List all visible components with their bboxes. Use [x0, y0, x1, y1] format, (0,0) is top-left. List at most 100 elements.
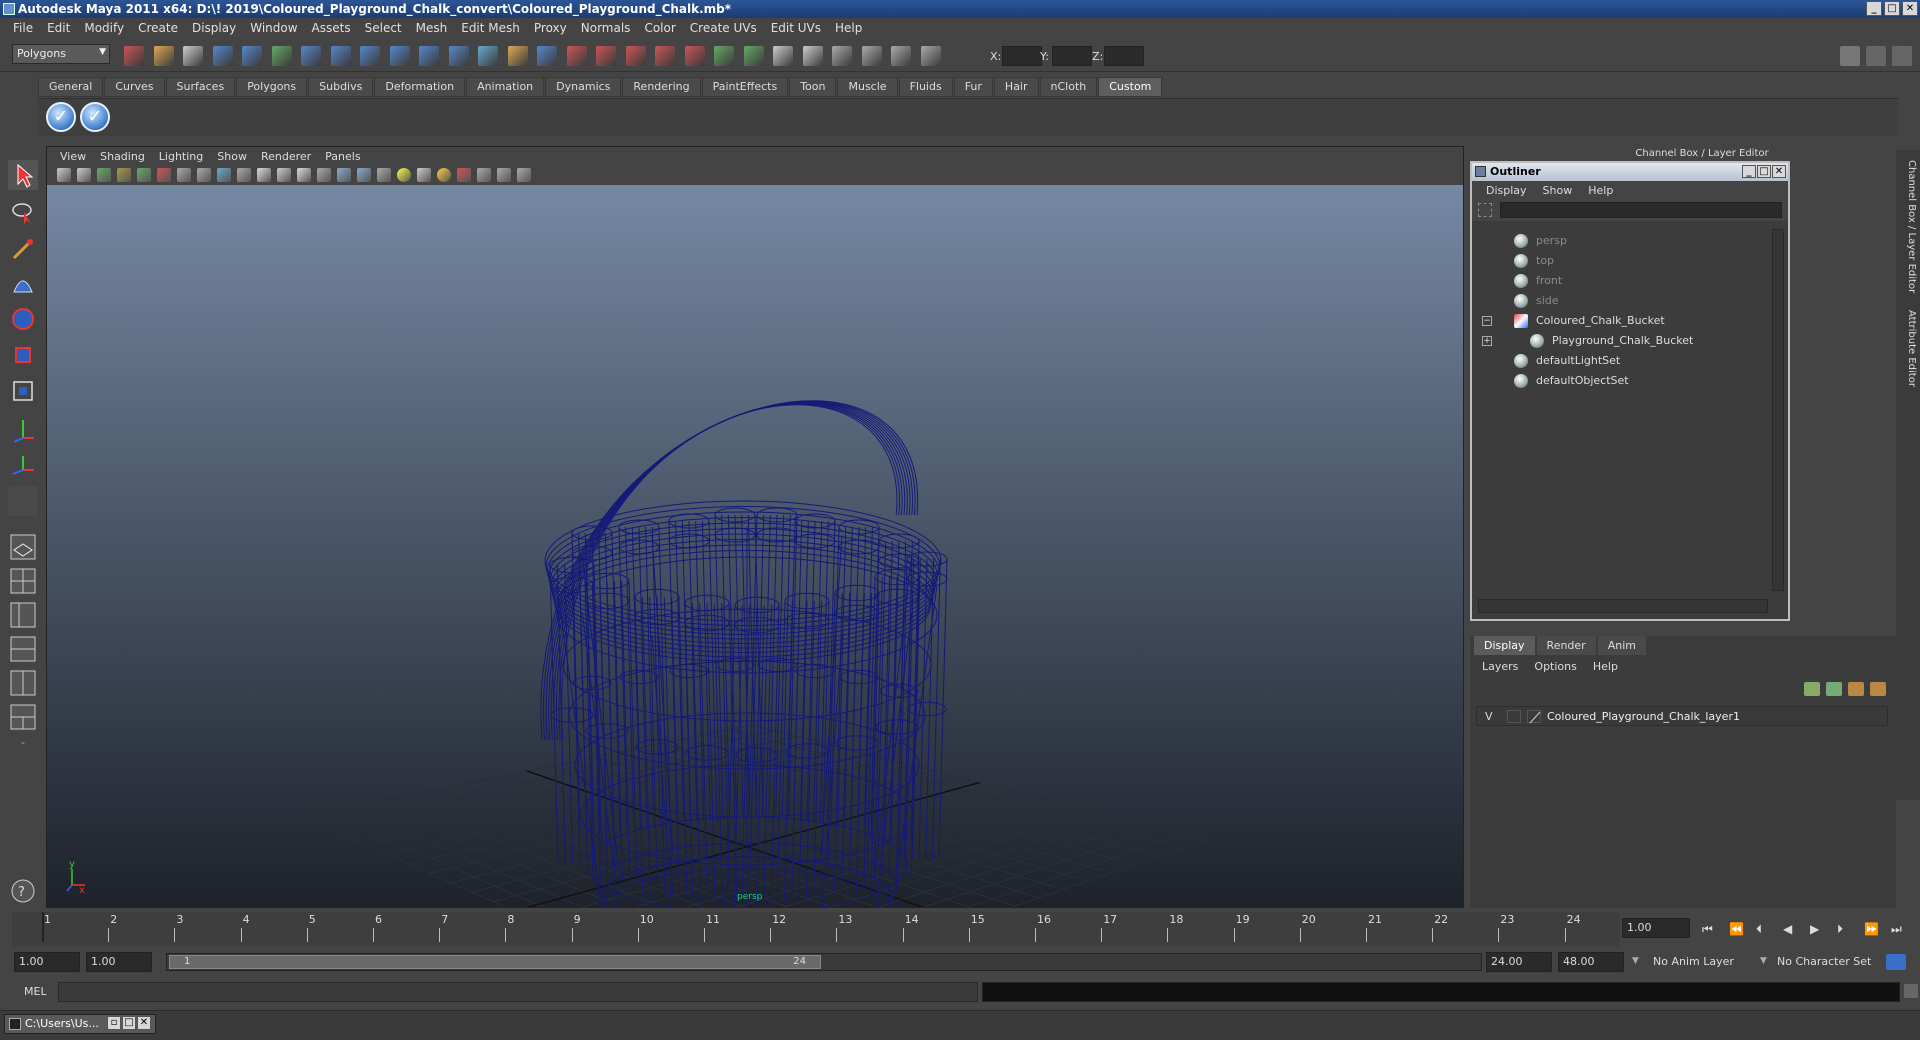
status-tool-icon[interactable]: [301, 46, 321, 66]
channel-box-toggle-icon[interactable]: [1840, 46, 1860, 66]
menu-edit-uvs[interactable]: Edit UVs: [764, 21, 828, 35]
shelf-tab-polygons[interactable]: Polygons: [236, 77, 308, 97]
layer-menu-help[interactable]: Help: [1585, 660, 1626, 673]
status-tool-icon[interactable]: [212, 46, 233, 66]
viewport-tool-icon[interactable]: [237, 168, 251, 182]
viewport-menu-lighting[interactable]: Lighting: [152, 150, 210, 163]
script-editor-icon[interactable]: [1904, 984, 1918, 998]
outliner-titlebar[interactable]: Outliner _ □ ✕: [1472, 163, 1788, 181]
mel-label[interactable]: MEL: [24, 985, 47, 998]
viewport-tool-icon[interactable]: [157, 168, 171, 182]
animation-start-field[interactable]: 1.00: [14, 952, 80, 972]
viewport-tool-icon[interactable]: [417, 168, 431, 182]
layer-type-toggle[interactable]: [1507, 710, 1521, 723]
viewport-tool-icon[interactable]: [57, 168, 71, 182]
outliner-item[interactable]: defaultLightSet: [1478, 351, 1768, 371]
menu-edit[interactable]: Edit: [40, 21, 77, 35]
attribute-editor-side-tab[interactable]: Attribute Editor: [1899, 310, 1917, 420]
mel-command-input[interactable]: [58, 982, 978, 1002]
viewport-menu-shading[interactable]: Shading: [93, 150, 152, 163]
lasso-tool-icon[interactable]: [8, 198, 38, 228]
layouts-menu-icon[interactable]: -: [8, 736, 38, 750]
outliner-item[interactable]: side: [1478, 291, 1768, 311]
viewport-tool-icon[interactable]: [477, 168, 491, 182]
outliner-menu-display[interactable]: Display: [1478, 184, 1535, 197]
status-tool-icon[interactable]: [773, 46, 793, 66]
shelf-tab-ncloth[interactable]: nCloth: [1039, 77, 1098, 97]
outliner-vertical-scrollbar[interactable]: [1772, 229, 1784, 591]
go-to-end-icon[interactable]: ⏭: [1891, 922, 1902, 937]
minimized-window-item[interactable]: C:\Users\Us... ▫ □ ✕: [4, 1014, 156, 1034]
viewport-tool-icon[interactable]: [517, 168, 531, 182]
hypershade-persp-layout-icon[interactable]: [8, 668, 38, 698]
viewport-tool-icon[interactable]: [397, 168, 411, 182]
status-tool-icon[interactable]: [714, 46, 734, 66]
status-tool-icon[interactable]: [920, 46, 941, 66]
viewport-tool-icon[interactable]: [117, 168, 131, 182]
viewport-tool-icon[interactable]: [317, 168, 331, 182]
viewport-tool-icon[interactable]: [437, 168, 451, 182]
layer-row[interactable]: V Coloured_Playground_Chalk_layer1: [1476, 706, 1888, 726]
viewport-tool-icon[interactable]: [177, 168, 191, 182]
shelf-tab-toon[interactable]: Toon: [789, 77, 837, 97]
menu-proxy[interactable]: Proxy: [527, 21, 574, 35]
perspective-viewport[interactable]: View Shading Lighting Show Renderer Panels pe…: [46, 146, 1464, 908]
status-tool-icon[interactable]: [596, 46, 616, 66]
shelf-tab-subdivs[interactable]: Subdivs: [308, 77, 374, 97]
status-tool-icon[interactable]: [183, 46, 203, 66]
tool-settings-toggle-icon[interactable]: [1892, 46, 1912, 66]
current-frame-field[interactable]: 1.00: [1622, 918, 1690, 938]
menu-color[interactable]: Color: [637, 21, 682, 35]
viewport-tool-icon[interactable]: [77, 168, 91, 182]
shelf-tab-hair[interactable]: Hair: [993, 77, 1039, 97]
z-coord-field[interactable]: [1104, 46, 1144, 66]
outliner-item[interactable]: persp: [1478, 231, 1768, 251]
y-coord-field[interactable]: [1052, 46, 1092, 66]
menu-mesh[interactable]: Mesh: [409, 21, 455, 35]
shelf-tab-general[interactable]: General: [38, 77, 104, 97]
menu-normals[interactable]: Normals: [574, 21, 638, 35]
menu-set-dropdown[interactable]: Polygons ▼: [12, 44, 110, 64]
outliner-menu-help[interactable]: Help: [1580, 184, 1621, 197]
chevron-down-icon[interactable]: ▼: [1632, 956, 1639, 966]
step-back-frame-icon[interactable]: ⏴: [1756, 922, 1762, 937]
rotate-tool-icon[interactable]: [8, 340, 38, 370]
status-tool-icon[interactable]: [153, 46, 174, 66]
range-slider[interactable]: 1 24: [166, 953, 1482, 971]
move-tool-icon[interactable]: [8, 304, 38, 334]
layer-tab-render[interactable]: Render: [1536, 636, 1596, 655]
menu-window[interactable]: Window: [243, 21, 304, 35]
move-layer-up-icon[interactable]: [1848, 682, 1864, 696]
check-icon[interactable]: ✓: [46, 102, 76, 132]
status-tool-icon[interactable]: [684, 46, 705, 66]
viewport-tool-icon[interactable]: [377, 168, 391, 182]
viewport-menu-renderer[interactable]: Renderer: [254, 150, 318, 163]
menu-select[interactable]: Select: [358, 21, 409, 35]
layer-tab-display[interactable]: Display: [1474, 636, 1535, 655]
auto-key-icon[interactable]: [1886, 954, 1906, 970]
outliner-item[interactable]: defaultObjectSet: [1478, 371, 1768, 391]
shelf-tab-painteffects[interactable]: PaintEffects: [701, 77, 789, 97]
custom-layout-icon[interactable]: [8, 702, 38, 732]
minimize-button[interactable]: _: [1866, 1, 1882, 16]
shelf-tab-muscle[interactable]: Muscle: [837, 77, 898, 97]
shelf-tab-fur[interactable]: Fur: [953, 77, 993, 97]
status-tool-icon[interactable]: [242, 46, 262, 66]
expand-toggle-icon[interactable]: −: [1482, 316, 1492, 326]
paint-select-tool-icon[interactable]: [8, 234, 38, 264]
status-tool-icon[interactable]: [832, 46, 852, 66]
status-tool-icon[interactable]: [802, 46, 823, 66]
range-slider-handle[interactable]: 1 24: [169, 955, 821, 969]
time-slider[interactable]: 1 2 3 4 5 6 7 8 9 10 11 12 13 14 15 16 17 18 19 20 21 22 23 24: [12, 912, 1620, 946]
playback-end-field[interactable]: 24.00: [1486, 952, 1552, 972]
menu-help[interactable]: Help: [828, 21, 869, 35]
menu-assets[interactable]: Assets: [305, 21, 358, 35]
outliner-item[interactable]: + Playground_Chalk_Bucket: [1478, 331, 1768, 351]
status-tool-icon[interactable]: [389, 46, 410, 66]
restore-button[interactable]: ▫: [107, 1016, 121, 1030]
manipulator-tool-icon[interactable]: [8, 414, 38, 444]
status-tool-icon[interactable]: [891, 46, 911, 66]
outliner-item[interactable]: − Coloured_Chalk_Bucket: [1478, 311, 1768, 331]
outliner-item[interactable]: front: [1478, 271, 1768, 291]
status-tool-icon[interactable]: [478, 46, 498, 66]
